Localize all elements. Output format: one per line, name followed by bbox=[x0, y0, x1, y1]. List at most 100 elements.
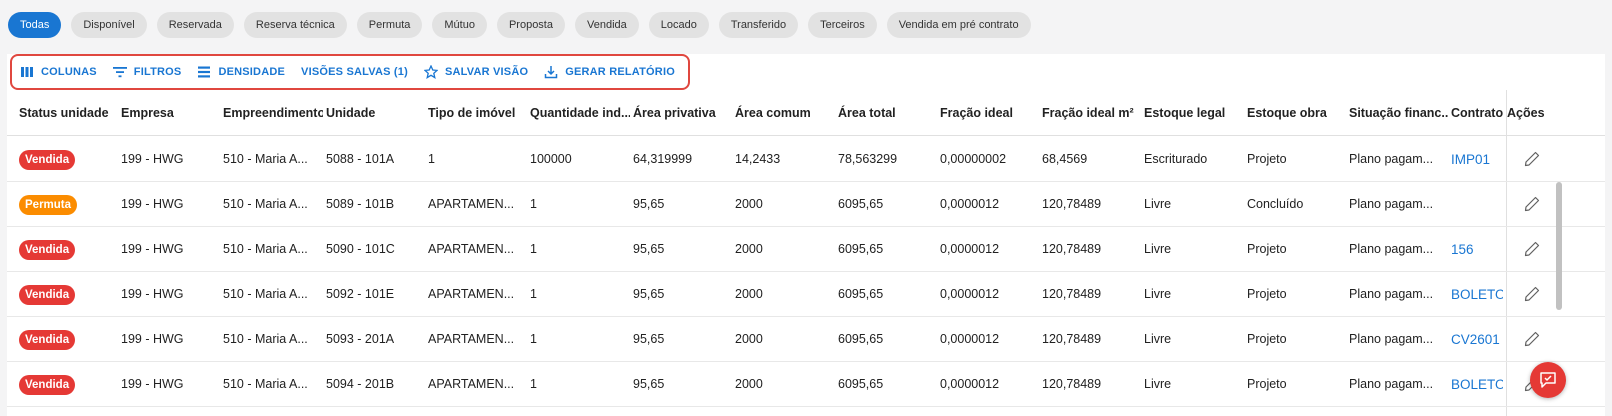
chip-reserva-tecnica[interactable]: Reserva técnica bbox=[243, 12, 347, 38]
contrato-link[interactable]: BOLETO bbox=[1451, 362, 1503, 407]
fracao-cell: 0,0000012 bbox=[940, 242, 1000, 256]
quantidade-cell: 1 bbox=[530, 242, 537, 256]
status-cell: Vendida bbox=[19, 227, 119, 272]
columns-label: COLUNAS bbox=[41, 66, 97, 78]
table-row[interactable]: Vendida 199 - HWG 510 - Maria A... 5088 … bbox=[7, 137, 1605, 182]
table-row[interactable]: Vendida 199 - HWG 510 - Maria A... 5093 … bbox=[7, 317, 1605, 362]
header-unidade[interactable]: Unidade bbox=[326, 90, 426, 136]
area-privativa-cell: 64,319999 bbox=[633, 152, 693, 166]
quantidade-cell: 1 bbox=[530, 287, 537, 301]
area-total-cell: 6095,65 bbox=[838, 197, 884, 211]
save-view-button[interactable]: SALVAR VISÃO bbox=[423, 65, 529, 79]
tipo-cell: APARTAMEN... bbox=[428, 287, 515, 301]
chip-vendida-pre-contrato[interactable]: Vendida em pré contrato bbox=[886, 12, 1031, 38]
empreendimento-cell: 510 - Maria A... bbox=[223, 287, 308, 301]
estoque-legal-cell: Livre bbox=[1144, 197, 1172, 211]
fracao-m2-cell: 120,78489 bbox=[1042, 287, 1102, 301]
status-badge: Vendida bbox=[19, 329, 76, 350]
status-cell: Vendida bbox=[19, 362, 119, 407]
header-quantidade[interactable]: Quantidade ind... bbox=[530, 90, 630, 136]
vertical-scrollbar[interactable] bbox=[1556, 182, 1562, 310]
area-privativa-cell: 95,65 bbox=[633, 377, 665, 391]
table-row[interactable]: Permuta 199 - HWG 510 - Maria A... 5089 … bbox=[7, 182, 1605, 227]
header-area-comum[interactable]: Área comum bbox=[735, 90, 835, 136]
estoque-obra-cell: Projeto bbox=[1247, 242, 1287, 256]
status-cell: Vendida bbox=[19, 272, 119, 317]
chip-permuta[interactable]: Permuta bbox=[356, 12, 423, 38]
tipo-cell: APARTAMEN... bbox=[428, 332, 515, 346]
table-row[interactable]: Vendida 199 - HWG 510 - Maria A... 5094 … bbox=[7, 362, 1605, 407]
data-grid-panel: COLUNAS FILTROS DENSIDADE VISÕES SALVAS … bbox=[7, 54, 1605, 416]
header-fracao-ideal-m2[interactable]: Fração ideal m² bbox=[1042, 90, 1142, 136]
empresa-cell: 199 - HWG bbox=[121, 152, 184, 166]
density-button[interactable]: DENSIDADE bbox=[197, 65, 285, 79]
chip-todas[interactable]: Todas bbox=[8, 12, 62, 38]
tipo-cell: APARTAMEN... bbox=[428, 377, 515, 391]
estoque-obra-cell: Projeto bbox=[1247, 332, 1287, 346]
fracao-cell: 0,0000012 bbox=[940, 287, 1000, 301]
header-estoque-legal[interactable]: Estoque legal bbox=[1144, 90, 1244, 136]
header-area-privativa[interactable]: Área privativa bbox=[633, 90, 733, 136]
fracao-m2-cell: 120,78489 bbox=[1042, 197, 1102, 211]
header-area-total[interactable]: Área total bbox=[838, 90, 938, 136]
chip-reservada[interactable]: Reservada bbox=[156, 12, 234, 38]
empresa-cell: 199 - HWG bbox=[121, 197, 184, 211]
columns-button[interactable]: COLUNAS bbox=[20, 65, 97, 79]
chat-feedback-icon bbox=[1540, 372, 1556, 388]
status-cell: Vendida bbox=[19, 137, 119, 182]
unidade-cell: 5094 - 201B bbox=[326, 377, 395, 391]
empresa-cell: 199 - HWG bbox=[121, 242, 184, 256]
estoque-obra-cell: Concluído bbox=[1247, 197, 1304, 211]
chip-locado[interactable]: Locado bbox=[648, 12, 709, 38]
generate-report-button[interactable]: GERAR RELATÓRIO bbox=[544, 65, 675, 79]
chip-vendida[interactable]: Vendida bbox=[574, 12, 639, 38]
header-estoque-obra[interactable]: Estoque obra bbox=[1247, 90, 1347, 136]
contrato-link[interactable]: IMP01 bbox=[1451, 137, 1503, 182]
pencil-icon[interactable] bbox=[1523, 240, 1541, 258]
contrato-link[interactable]: 156 bbox=[1451, 227, 1503, 272]
area-comum-cell: 14,2433 bbox=[735, 152, 781, 166]
feedback-button[interactable] bbox=[1530, 362, 1566, 398]
download-icon bbox=[544, 66, 558, 79]
chip-transferido[interactable]: Transferido bbox=[718, 12, 799, 38]
fracao-m2-cell: 68,4569 bbox=[1042, 152, 1088, 166]
status-badge: Vendida bbox=[19, 374, 76, 395]
pencil-icon[interactable] bbox=[1523, 150, 1541, 168]
chip-disponivel[interactable]: Disponível bbox=[71, 12, 147, 38]
table-row[interactable]: Vendida 199 - HWG 510 - Maria A... 5092 … bbox=[7, 272, 1605, 317]
status-badge: Vendida bbox=[19, 239, 76, 260]
pencil-icon[interactable] bbox=[1523, 285, 1541, 303]
contrato-link[interactable] bbox=[1451, 182, 1503, 227]
header-fracao-ideal[interactable]: Fração ideal bbox=[940, 90, 1040, 136]
header-status-unidade[interactable]: Status unidade bbox=[19, 90, 119, 136]
density-icon bbox=[198, 66, 211, 78]
contrato-link[interactable]: BOLETO bbox=[1451, 272, 1503, 317]
chip-terceiros[interactable]: Terceiros bbox=[808, 12, 877, 38]
status-badge: Vendida bbox=[19, 284, 76, 305]
saved-views-button[interactable]: VISÕES SALVAS (1) bbox=[301, 66, 408, 78]
header-situacao-financeira[interactable]: Situação financ... bbox=[1349, 90, 1449, 136]
save-view-label: SALVAR VISÃO bbox=[444, 66, 529, 78]
tipo-cell: APARTAMEN... bbox=[428, 242, 515, 256]
contrato-link[interactable]: CV2601 bbox=[1451, 317, 1503, 362]
unidade-cell: 5088 - 101A bbox=[326, 152, 395, 166]
chip-mutuo[interactable]: Mútuo bbox=[432, 12, 487, 38]
header-contrato[interactable]: Contrato bbox=[1451, 90, 1503, 136]
situacao-cell: Plano pagam... bbox=[1349, 197, 1434, 211]
header-empresa[interactable]: Empresa bbox=[121, 90, 221, 136]
empreendimento-cell: 510 - Maria A... bbox=[223, 152, 308, 166]
table-row[interactable]: Vendida 199 - HWG 510 - Maria A... 5090 … bbox=[7, 227, 1605, 272]
unidade-cell: 5093 - 201A bbox=[326, 332, 395, 346]
pencil-icon[interactable] bbox=[1523, 195, 1541, 213]
filters-button[interactable]: FILTROS bbox=[112, 65, 182, 79]
fracao-cell: 0,0000012 bbox=[940, 197, 1000, 211]
empreendimento-cell: 510 - Maria A... bbox=[223, 377, 308, 391]
unidade-cell: 5090 - 101C bbox=[326, 242, 395, 256]
fracao-cell: 0,00000002 bbox=[940, 152, 1007, 166]
area-privativa-cell: 95,65 bbox=[633, 242, 665, 256]
pencil-icon[interactable] bbox=[1523, 330, 1541, 348]
header-empreendimento[interactable]: Empreendimento bbox=[223, 90, 323, 136]
header-tipo-imovel[interactable]: Tipo de imóvel bbox=[428, 90, 528, 136]
area-privativa-cell: 95,65 bbox=[633, 197, 665, 211]
chip-proposta[interactable]: Proposta bbox=[496, 12, 565, 38]
